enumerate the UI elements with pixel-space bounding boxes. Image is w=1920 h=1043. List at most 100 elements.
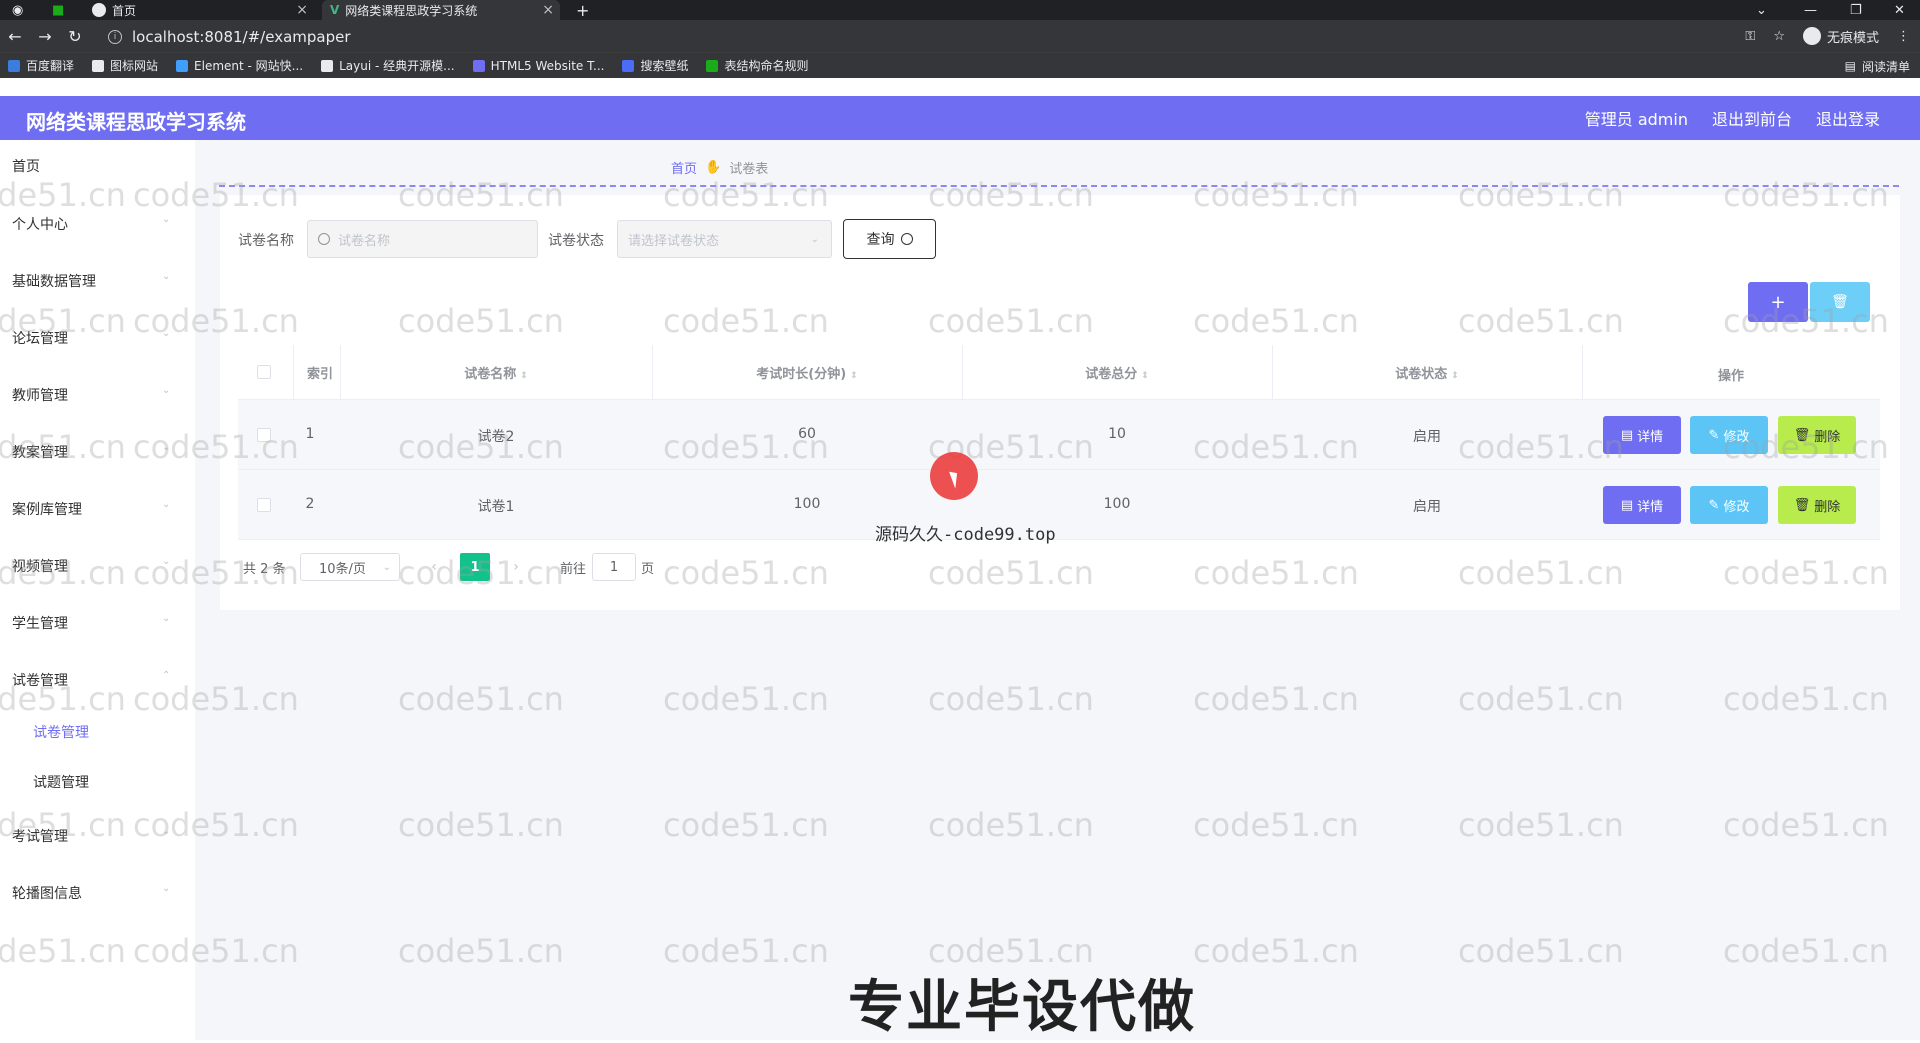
trash-icon: 🗑 [1793,427,1811,443]
address-bar-actions: ⚿ ☆ 无痕模式 ⋮ [1745,20,1910,52]
forward-icon[interactable]: → [30,27,60,46]
bookmark-item[interactable]: 图标网站 [92,57,158,74]
sidebar-item-home[interactable]: 首页 [12,156,40,176]
bookmark-item[interactable]: Layui - 经典开源模... [321,57,455,74]
edit-button[interactable]: ✎ 修改 [1690,486,1768,524]
reading-list-icon: ▤ [1844,59,1856,73]
chevron-down-icon: ⌄ [162,214,171,225]
divider [219,185,1899,187]
detail-button[interactable]: ▤ 详情 [1603,486,1681,524]
page-number-current[interactable]: 1 [460,553,490,581]
minimize-icon[interactable]: — [1804,0,1817,20]
cell-index: 1 [305,426,315,442]
cell-duration: 60 [798,426,816,442]
sheet-icon [706,59,719,72]
sidebar-item-exampaper[interactable]: 试卷管理 ⌃ [12,670,170,690]
restore-icon[interactable]: ❐ [1850,0,1862,20]
key-icon[interactable]: ⚿ [1745,29,1755,44]
name-search-input[interactable]: 试卷名称 [307,220,538,258]
chevron-down-icon: ⌄ [162,271,171,282]
header-name[interactable]: 试卷名称 ⇕ [340,363,652,382]
header-status[interactable]: 试卷状态 ⇕ [1272,363,1582,382]
search-icon [900,233,913,245]
logout-link[interactable]: 退出登录 [1816,106,1880,130]
add-button[interactable]: + [1748,282,1808,322]
breadcrumb-current: 试卷表 [729,162,769,177]
bookmark-item[interactable]: Element - 网站快... [176,57,303,74]
sidebar-item-teacher[interactable]: 教师管理 ⌄ [12,385,170,405]
breadcrumb-home[interactable]: 首页 [671,158,697,177]
sidebar-item-exam[interactable]: 考试管理 ⌄ [12,826,170,846]
pinned-tab-icon[interactable]: ■ [52,0,64,20]
sidebar-item-carousel[interactable]: 轮播图信息 ⌄ [12,883,170,903]
star-icon[interactable]: ☆ [1773,29,1785,44]
sidebar-subitem-exampaper[interactable]: 试卷管理 [33,722,89,742]
cell-duration: 100 [793,496,821,512]
close-tab-icon[interactable]: × [542,2,554,18]
chevron-down-icon: ⌄ [162,328,171,339]
sort-icon: ⇕ [1141,371,1149,381]
close-window-icon[interactable]: ✕ [1894,0,1905,20]
address-bar: ← → ↻ i localhost:8081/#/exampaper ⚿ ☆ 无… [0,20,1920,52]
chevron-down-icon: ⌄ [162,613,171,624]
url-field[interactable]: i localhost:8081/#/exampaper [108,26,351,48]
globe-icon [92,3,106,17]
table-row: 1 试卷2 60 10 启用 ▤ 详情 ✎ 修改 🗑 删除 [238,400,1880,470]
edit-button[interactable]: ✎ 修改 [1690,416,1768,454]
delete-button[interactable]: 🗑 删除 [1778,416,1856,454]
row-checkbox[interactable] [257,428,271,442]
admin-label: 管理员 admin [1584,110,1688,129]
tab-search-icon[interactable]: ⌄ [1756,0,1767,20]
bookmark-item[interactable]: HTML5 Website T... [472,59,604,73]
delete-button[interactable]: 🗑 删除 [1778,486,1856,524]
row-checkbox[interactable] [257,498,271,512]
sidebar-item-basic-data[interactable]: 基础数据管理 ⌄ [12,271,170,291]
front-link[interactable]: 退出到前台 [1712,106,1792,130]
reading-list[interactable]: ▤ 阅读清单 [1845,53,1910,79]
menu-dots-icon[interactable]: ⋮ [1897,29,1910,44]
search-icon [318,233,330,245]
sort-icon: ⇕ [850,371,858,381]
sidebar-item-forum[interactable]: 论坛管理 ⌄ [12,328,170,348]
document-icon: ▤ [1620,427,1634,443]
bookmark-icon [8,59,20,72]
select-all-checkbox[interactable] [257,365,271,379]
sidebar-item-profile[interactable]: 个人中心 ⌄ [12,214,170,234]
bookmark-item[interactable]: 表结构命名规则 [706,57,808,74]
chevron-down-icon: ⌄ [162,556,171,567]
detail-button[interactable]: ▤ 详情 [1603,416,1681,454]
prev-page-icon[interactable]: ‹ [420,553,448,581]
goto-label: 前往 [560,562,587,577]
bookmark-item[interactable]: 百度翻译 [8,57,74,74]
cell-index: 2 [305,496,315,512]
chevron-down-icon: ⌄ [162,499,171,510]
back-icon[interactable]: ← [0,27,30,46]
browser-logo-icon: ◉ [12,2,24,18]
goto-page-input[interactable]: 1 [592,553,636,581]
hand-icon: ✋ [705,160,722,175]
header-score[interactable]: 试卷总分 ⇕ [962,363,1272,382]
header-duration[interactable]: 考试时长(分钟) ⇕ [652,363,962,382]
reload-icon[interactable]: ↻ [60,27,90,46]
sidebar-item-lesson-plan[interactable]: 教案管理 ⌄ [12,442,170,462]
status-select[interactable]: 请选择试卷状态 ⌄ [617,220,832,258]
sidebar-item-case-library[interactable]: 案例库管理 ⌄ [12,499,170,519]
app-title: 网络类课程思政学习系统 [26,110,246,134]
page-size-select[interactable]: 10条/页 ⌄ [300,553,400,581]
close-tab-icon[interactable]: × [296,2,308,18]
browser-tab-app[interactable]: V 网络类课程思政学习系统 × [322,0,560,20]
chevron-down-icon: ⌄ [162,883,171,894]
sidebar-item-student[interactable]: 学生管理 ⌄ [12,613,170,633]
query-button[interactable]: 查询 [843,219,936,259]
header-actions: 操作 [1717,369,1744,384]
table-header: 索引 试卷名称 ⇕ 考试时长(分钟) ⇕ 试卷总分 ⇕ 试卷状态 ⇕ 操作 [238,345,1880,400]
next-page-icon[interactable]: › [502,553,530,581]
new-tab-icon[interactable]: + [576,0,589,20]
incognito-profile[interactable]: 无痕模式 [1802,27,1879,46]
sidebar-item-video[interactable]: 视频管理 ⌄ [12,556,170,576]
browser-tab-home[interactable]: 首页 × [84,0,314,20]
bookmark-item[interactable]: 搜索壁纸 [622,57,688,74]
info-icon[interactable]: i [108,30,122,44]
sidebar-subitem-question[interactable]: 试题管理 [33,772,89,792]
batch-delete-button[interactable]: 🗑 [1810,282,1870,322]
